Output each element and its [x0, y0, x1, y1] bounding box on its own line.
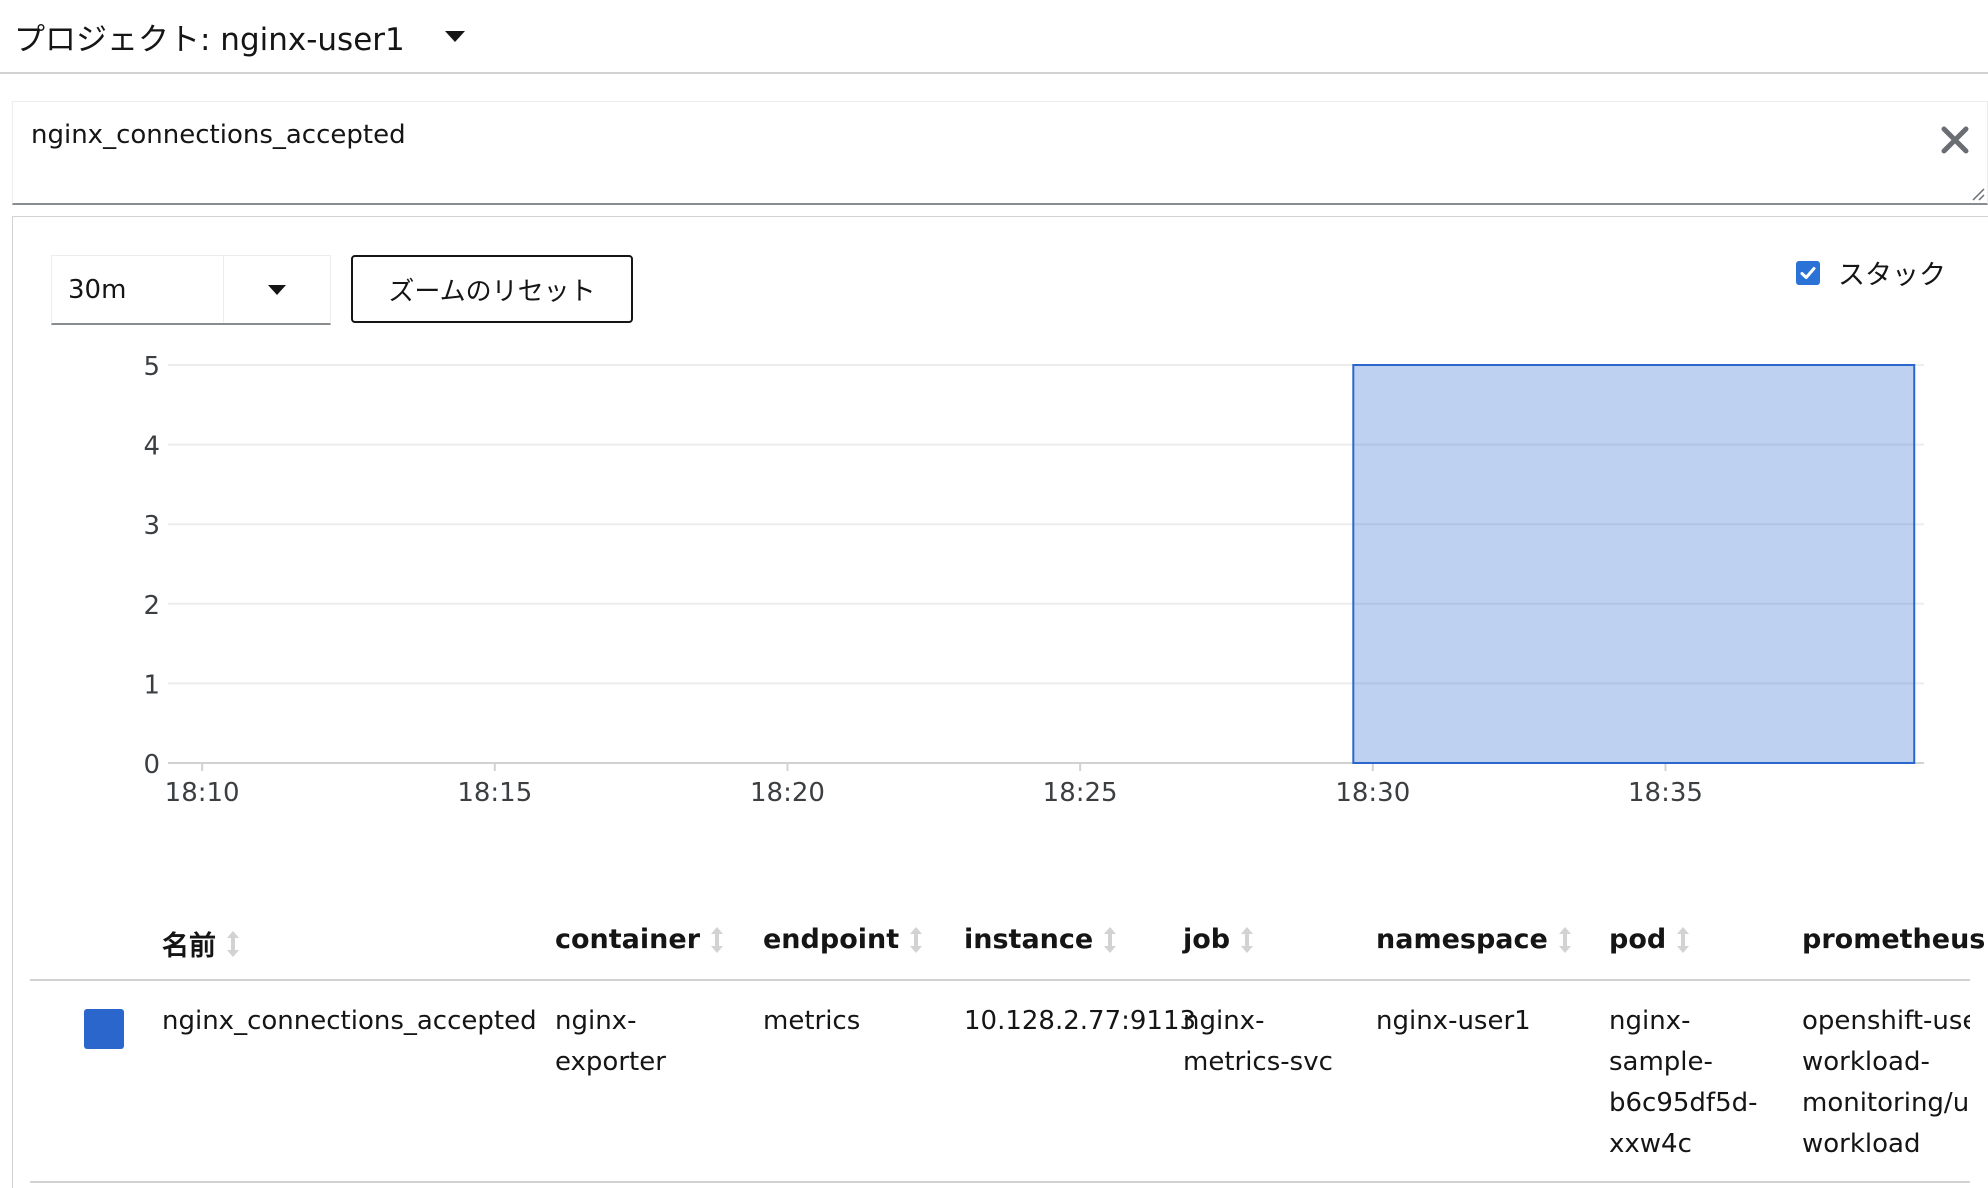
- sort-icon: [1677, 926, 1690, 953]
- cell-container: nginx- exporter: [555, 1001, 666, 1083]
- x-tick-label: 18:30: [1335, 778, 1410, 808]
- y-tick-label: 0: [143, 750, 160, 780]
- series-color-swatch[interactable]: [84, 1009, 124, 1049]
- y-tick-label: 5: [143, 352, 160, 382]
- y-tick-label: 3: [143, 511, 160, 541]
- y-tick-label: 2: [143, 591, 160, 621]
- table-header: 名前 container endpoint instance job namespace p…: [30, 884, 1985, 981]
- cell-line: b6c95df5d-: [1609, 1088, 1758, 1118]
- cell-line: openshift-user-: [1802, 1006, 1970, 1036]
- x-tick-label: 18:25: [1043, 778, 1118, 808]
- sort-icon: [910, 926, 923, 953]
- col-header-name[interactable]: 名前: [162, 924, 240, 963]
- cell-line: workload: [1802, 1129, 1921, 1159]
- column-label: job: [1183, 924, 1231, 955]
- cell-line: exporter: [555, 1047, 666, 1077]
- metrics-table: 名前 container endpoint instance job namespace p…: [30, 884, 1988, 1188]
- y-tick-label: 4: [143, 432, 160, 462]
- col-header-prometheus[interactable]: prometheus: [1802, 924, 1985, 955]
- table-row: nginx_connections_accepted nginx- export…: [30, 981, 1970, 1183]
- cell-namespace: nginx-user1: [1376, 1006, 1531, 1036]
- column-label: namespace: [1376, 924, 1548, 955]
- cell-line: metrics-svc: [1183, 1047, 1333, 1077]
- cell-pod: nginx- sample- b6c95df5d- xxw4c: [1609, 1001, 1758, 1165]
- cell-line: xxw4c: [1609, 1129, 1692, 1159]
- x-tick-label: 18:20: [750, 778, 825, 808]
- sort-icon: [1241, 926, 1254, 953]
- cell-line: sample-: [1609, 1047, 1713, 1077]
- cell-line: monitoring/user-: [1802, 1088, 1970, 1118]
- column-label: instance: [964, 924, 1094, 955]
- metrics-chart[interactable]: 0 1 2 3 4 5 18:10 18:15 18:20 18:25 18:30 18:35: [0, 0, 1988, 880]
- column-label: endpoint: [763, 924, 900, 955]
- cell-endpoint: metrics: [763, 1006, 861, 1036]
- cell-line: nginx-: [555, 1006, 637, 1036]
- cell-name: nginx_connections_accepted: [162, 1006, 537, 1036]
- column-label: 名前: [162, 931, 216, 962]
- sort-icon: [1104, 926, 1117, 953]
- cell-line: workload-: [1802, 1047, 1930, 1077]
- col-header-namespace[interactable]: namespace: [1376, 924, 1572, 955]
- col-header-instance[interactable]: instance: [964, 924, 1117, 955]
- col-header-pod[interactable]: pod: [1609, 924, 1690, 955]
- column-label: prometheus: [1802, 924, 1986, 955]
- series-area: [1352, 364, 1916, 764]
- col-header-container[interactable]: container: [555, 924, 724, 955]
- cell-line: nginx-: [1609, 1006, 1691, 1036]
- sort-icon: [1558, 926, 1571, 953]
- col-header-endpoint[interactable]: endpoint: [763, 924, 923, 955]
- sort-icon: [711, 926, 724, 953]
- sort-icon: [227, 930, 239, 957]
- x-tick-label: 18:10: [165, 778, 240, 808]
- cell-job: nginx- metrics-svc: [1183, 1001, 1333, 1083]
- page: プロジェクト: nginx-user1 nginx_connections_ac…: [0, 0, 1988, 1188]
- y-tick-label: 1: [143, 670, 160, 700]
- cell-line: nginx-: [1183, 1006, 1265, 1036]
- col-header-job[interactable]: job: [1183, 924, 1254, 955]
- cell-prometheus: openshift-user- workload- monitoring/use…: [1802, 1001, 1970, 1165]
- x-tick-label: 18:15: [457, 778, 532, 808]
- column-label: container: [555, 924, 701, 955]
- column-label: pod: [1609, 924, 1667, 955]
- cell-instance: 10.128.2.77:9113: [964, 1006, 1197, 1036]
- x-tick-label: 18:35: [1628, 778, 1703, 808]
